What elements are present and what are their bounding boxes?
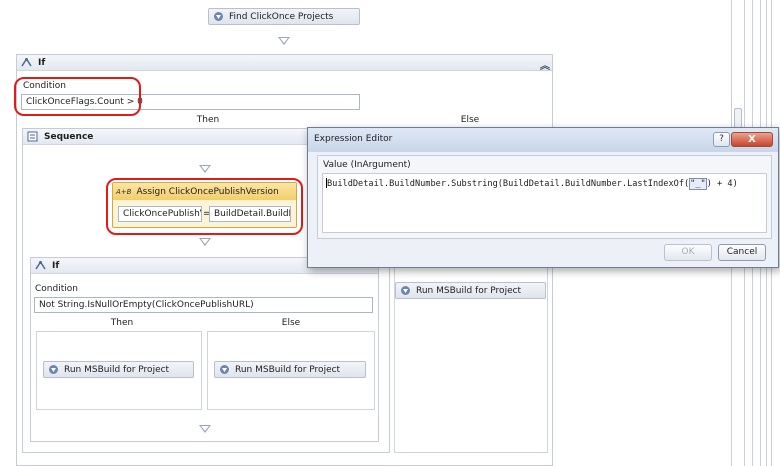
activity-icon <box>219 364 230 375</box>
if-icon <box>21 57 32 68</box>
outer-if-header[interactable]: If ︽ <box>17 55 552 72</box>
close-button[interactable]: X <box>731 132 773 147</box>
expression-editor-dialog: Expression Editor ? X Value (InArgument)… <box>307 127 779 268</box>
sequence-title: Sequence <box>44 131 94 142</box>
cancel-button[interactable]: Cancel <box>718 244 766 261</box>
activity-icon <box>400 285 411 296</box>
highlight-outline <box>14 77 141 116</box>
expression-highlight: "_" <box>689 178 707 190</box>
find-clickonce-projects-activity[interactable]: Find ClickOnce Projects <box>208 8 360 25</box>
activity-label: Run MSBuild for Project <box>235 364 341 375</box>
inner-then-label: Then <box>110 318 134 328</box>
sequence-icon <box>27 131 38 142</box>
expression-text-end: ) + 4) <box>706 179 738 189</box>
activity-label: Find ClickOnce Projects <box>229 11 334 22</box>
flow-arrow-icon <box>199 165 211 173</box>
dialog-title: Expression Editor <box>308 128 778 152</box>
dialog-body: Value (InArgument) BuildDetail.BuildNumb… <box>317 155 772 239</box>
expression-input[interactable]: BuildDetail.BuildNumber.Substring(BuildD… <box>322 173 767 233</box>
run-msbuild-else-activity[interactable]: Run MSBuild for Project <box>395 282 546 299</box>
outer-if-title: If <box>38 57 46 68</box>
inner-if-title: If <box>52 260 60 271</box>
flow-arrow-icon <box>199 238 211 246</box>
inner-condition-label: Condition <box>35 284 78 294</box>
inner-else-label: Else <box>281 318 301 328</box>
flow-arrow-icon <box>278 37 290 45</box>
value-label: Value (InArgument) <box>323 160 411 170</box>
highlight-outline <box>106 178 303 235</box>
help-button[interactable]: ? <box>713 132 730 147</box>
activity-icon <box>48 364 59 375</box>
run-msbuild-then-activity[interactable]: Run MSBuild for Project <box>43 361 194 378</box>
collapse-chevron-icon[interactable]: ︽ <box>540 57 550 72</box>
activity-icon <box>213 11 224 22</box>
run-msbuild-inner-else-activity[interactable]: Run MSBuild for Project <box>214 361 366 378</box>
activity-label: Run MSBuild for Project <box>416 285 522 296</box>
ok-button[interactable]: OK <box>664 244 712 261</box>
outer-else-label: Else <box>460 115 480 125</box>
if-icon <box>35 260 46 271</box>
outer-then-label: Then <box>196 115 220 125</box>
inner-condition-field[interactable]: Not String.IsNullOrEmpty(ClickOncePublis… <box>34 297 373 313</box>
flow-arrow-icon <box>199 425 211 433</box>
expression-text: BuildDetail.BuildNumber.Substring(BuildD… <box>327 179 690 189</box>
activity-label: Run MSBuild for Project <box>64 364 170 375</box>
